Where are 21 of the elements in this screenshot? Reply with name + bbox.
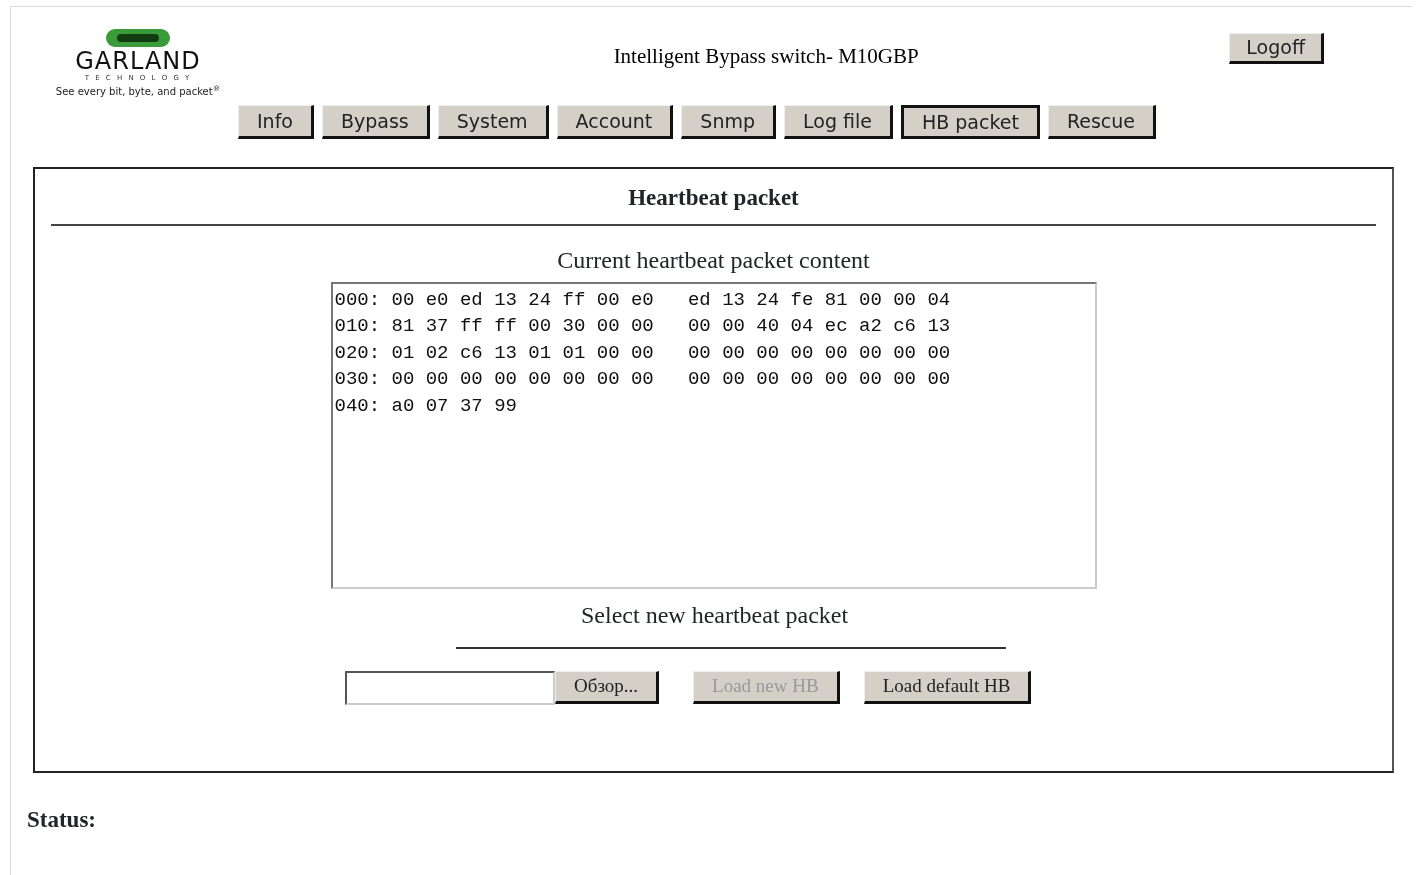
nav-tab[interactable]: Account bbox=[556, 104, 674, 140]
logo-wordmark: GARLAND bbox=[74, 49, 202, 73]
page-title: Intelligent Bypass switch- M10GBP bbox=[613, 44, 919, 68]
status-label: Status: bbox=[27, 807, 96, 833]
load-button[interactable]: Load default HB bbox=[863, 671, 1032, 705]
content-label: Current heartbeat packet content bbox=[557, 246, 870, 273]
logoff-button[interactable]: Logoff bbox=[1229, 33, 1324, 64]
nav-tab[interactable]: Snmp bbox=[681, 104, 776, 140]
nav-tab[interactable]: Bypass bbox=[321, 104, 430, 140]
logo-tagline: See every bit, byte, and packet$^{®}$ bbox=[54, 83, 222, 99]
nav-tab[interactable]: Rescue bbox=[1047, 104, 1157, 140]
nav-tab[interactable]: Log file bbox=[784, 104, 893, 140]
packet-content-field[interactable]: 000: 00 e0 ed 13 24 ff 00 e0 ed 13 24 fe 81 00 00 04 010: 81 37 ff ff 00 30 00 00 00 00 40 04 ec a2 c6 13 020: 01 02 c6 13 01 01 00 00 00 00 00 00 00 00 00 00 030: 00 00 00 00 00 00 00 00 00 00 00 00 00 00 00 00 040: a0 07 37 99 bbox=[330, 281, 1097, 589]
panel-title: Heartbeat packet bbox=[627, 184, 800, 213]
file-path-field[interactable] bbox=[345, 670, 555, 705]
select-label: Select new heartbeat packet bbox=[581, 601, 849, 628]
browse-button[interactable]: Обзор... bbox=[555, 671, 660, 705]
nav-tab[interactable]: System bbox=[437, 104, 549, 140]
nav-tab[interactable]: HB packet bbox=[900, 104, 1040, 140]
nav-tab[interactable]: Info bbox=[238, 104, 314, 140]
logo-emblem-icon bbox=[105, 27, 171, 48]
